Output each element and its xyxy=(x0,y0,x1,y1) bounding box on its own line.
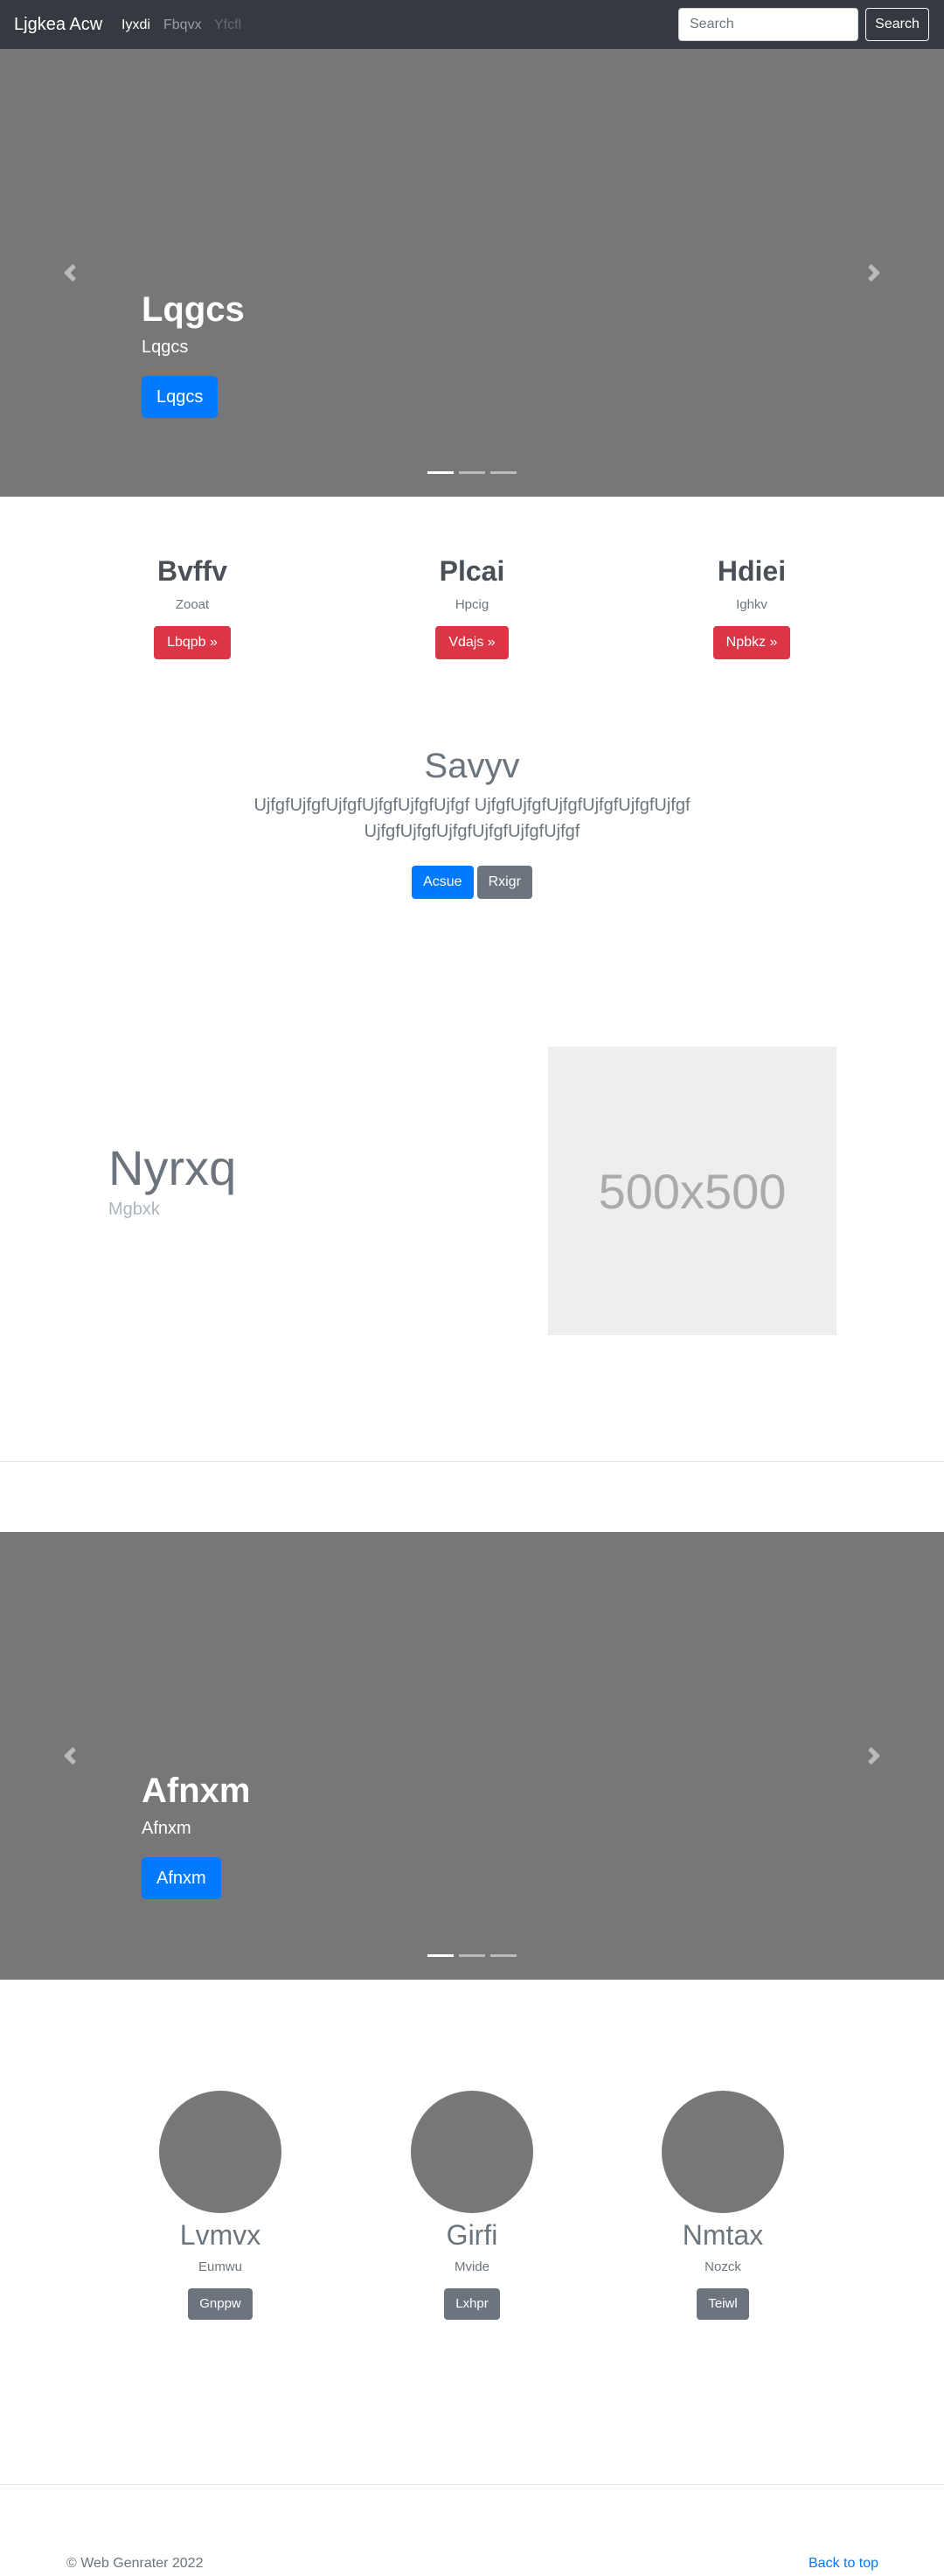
carousel-indicator[interactable] xyxy=(427,1954,454,1957)
carousel-indicator[interactable] xyxy=(459,471,485,474)
marketing-subtitle: Nozck xyxy=(705,2259,741,2274)
carousel-indicators xyxy=(0,471,944,474)
featurette-subheading: Mgbxk xyxy=(108,1200,160,1219)
feature-column: Hdiei Ighkv Npbkz » xyxy=(664,554,839,659)
nav-link-2[interactable]: Fbqvx xyxy=(163,17,202,34)
navbar: Ljgkea Acw Iyxdi Fbqvx Yfcfl Search xyxy=(0,0,944,49)
carousel-cta-button[interactable]: Afnxm xyxy=(142,1857,221,1899)
carousel-next-button[interactable] xyxy=(804,49,944,497)
featurette-image-text: 500x500 xyxy=(598,1163,787,1219)
feature-subtitle: Ighkv xyxy=(736,597,767,612)
second-carousel: Afnxm Afnxm Afnxm xyxy=(0,1532,944,1980)
marketing-button[interactable]: Lxhpr xyxy=(444,2288,500,2320)
marketing-subtitle: Eumwu xyxy=(198,2259,243,2274)
footer-copyright: © Web Genrater 2022 xyxy=(66,2556,204,2571)
jumbotron-primary-button[interactable]: Acsue xyxy=(412,866,474,899)
nav-link-1[interactable]: Iyxdi xyxy=(121,17,150,34)
search-input[interactable] xyxy=(678,8,858,41)
search-button[interactable]: Search xyxy=(865,8,929,41)
carousel-subtitle: Lqgcs xyxy=(142,338,189,357)
footer-divider xyxy=(0,2484,944,2485)
chevron-left-icon xyxy=(64,1747,76,1765)
back-to-top-link[interactable]: Back to top xyxy=(809,2555,878,2573)
carousel-caption: Lqgcs Lqgcs Lqgcs xyxy=(142,289,245,418)
carousel-next-button[interactable] xyxy=(804,1532,944,1980)
chevron-right-icon xyxy=(868,264,880,282)
jumbotron-buttons: Acsue Rxigr xyxy=(0,866,944,899)
carousel-title: Afnxm xyxy=(142,1772,251,1810)
featurette-heading: Nyrxq xyxy=(108,1140,237,1195)
hero-carousel: Lqgcs Lqgcs Lqgcs xyxy=(0,49,944,497)
jumbotron: Savyv UjfgfUjfgfUjfgfUjfgfUjfgfUjfgf Ujf… xyxy=(0,745,944,899)
avatar-circle xyxy=(411,2091,533,2213)
carousel-title: Lqgcs xyxy=(142,290,245,329)
feature-column: Plcai Hpcig Vdajs » xyxy=(385,554,559,659)
carousel-indicator[interactable] xyxy=(490,471,517,474)
carousel-indicator[interactable] xyxy=(490,1954,517,1957)
feature-button[interactable]: Vdajs » xyxy=(435,626,509,659)
jumbotron-title: Savyv xyxy=(424,747,520,785)
avatar-circle xyxy=(662,2091,784,2213)
marketing-column: Lvmvx Eumwu Gnppw xyxy=(142,2091,299,2320)
marketing-title: Lvmvx xyxy=(179,2219,261,2251)
chevron-right-icon xyxy=(868,1747,880,1765)
nav-link-3-disabled: Yfcfl xyxy=(214,17,242,32)
feature-subtitle: Hpcig xyxy=(455,597,489,612)
marketing-title: Nmtax xyxy=(682,2219,764,2251)
feature-column: Bvffv Zooat Lbqpb » xyxy=(105,554,280,659)
avatar-circle xyxy=(159,2091,281,2213)
featurette-image: 500x500 xyxy=(548,1047,836,1335)
jumbotron-secondary-button[interactable]: Rxigr xyxy=(476,866,532,899)
carousel-indicator[interactable] xyxy=(459,1954,485,1957)
marketing-title: Girfi xyxy=(446,2219,498,2251)
marketing-column: Nmtax Nozck Teiwl xyxy=(644,2091,802,2320)
brand-link[interactable]: Ljgkea Acw xyxy=(14,13,102,36)
carousel-cta-button[interactable]: Lqgcs xyxy=(142,376,219,418)
feature-button[interactable]: Lbqpb » xyxy=(154,626,231,659)
carousel-prev-button[interactable] xyxy=(0,1532,140,1980)
chevron-left-icon xyxy=(64,264,76,282)
jumbotron-lead: UjfgfUjfgfUjfgfUjfgfUjfgfUjfgf UjfgfUjfg… xyxy=(253,796,691,841)
feature-title: Hdiei xyxy=(717,555,787,587)
feature-title: Plcai xyxy=(439,555,505,587)
feature-subtitle: Zooat xyxy=(175,597,210,612)
feature-button[interactable]: Npbkz » xyxy=(712,626,791,659)
carousel-caption: Afnxm Afnxm Afnxm xyxy=(142,1770,250,1899)
section-divider xyxy=(0,1461,944,1462)
marketing-column: Girfi Mvide Lxhpr xyxy=(393,2091,551,2320)
carousel-indicators xyxy=(0,1954,944,1957)
marketing-button[interactable]: Teiwl xyxy=(697,2288,749,2320)
feature-title: Bvffv xyxy=(156,555,227,587)
marketing-subtitle: Mvide xyxy=(454,2259,489,2274)
marketing-button[interactable]: Gnppw xyxy=(188,2288,253,2320)
featurette-text: Nyrxq Mgbxk xyxy=(108,1140,236,1221)
carousel-indicator[interactable] xyxy=(427,471,454,474)
carousel-prev-button[interactable] xyxy=(0,49,140,497)
carousel-subtitle: Afnxm xyxy=(142,1819,191,1838)
